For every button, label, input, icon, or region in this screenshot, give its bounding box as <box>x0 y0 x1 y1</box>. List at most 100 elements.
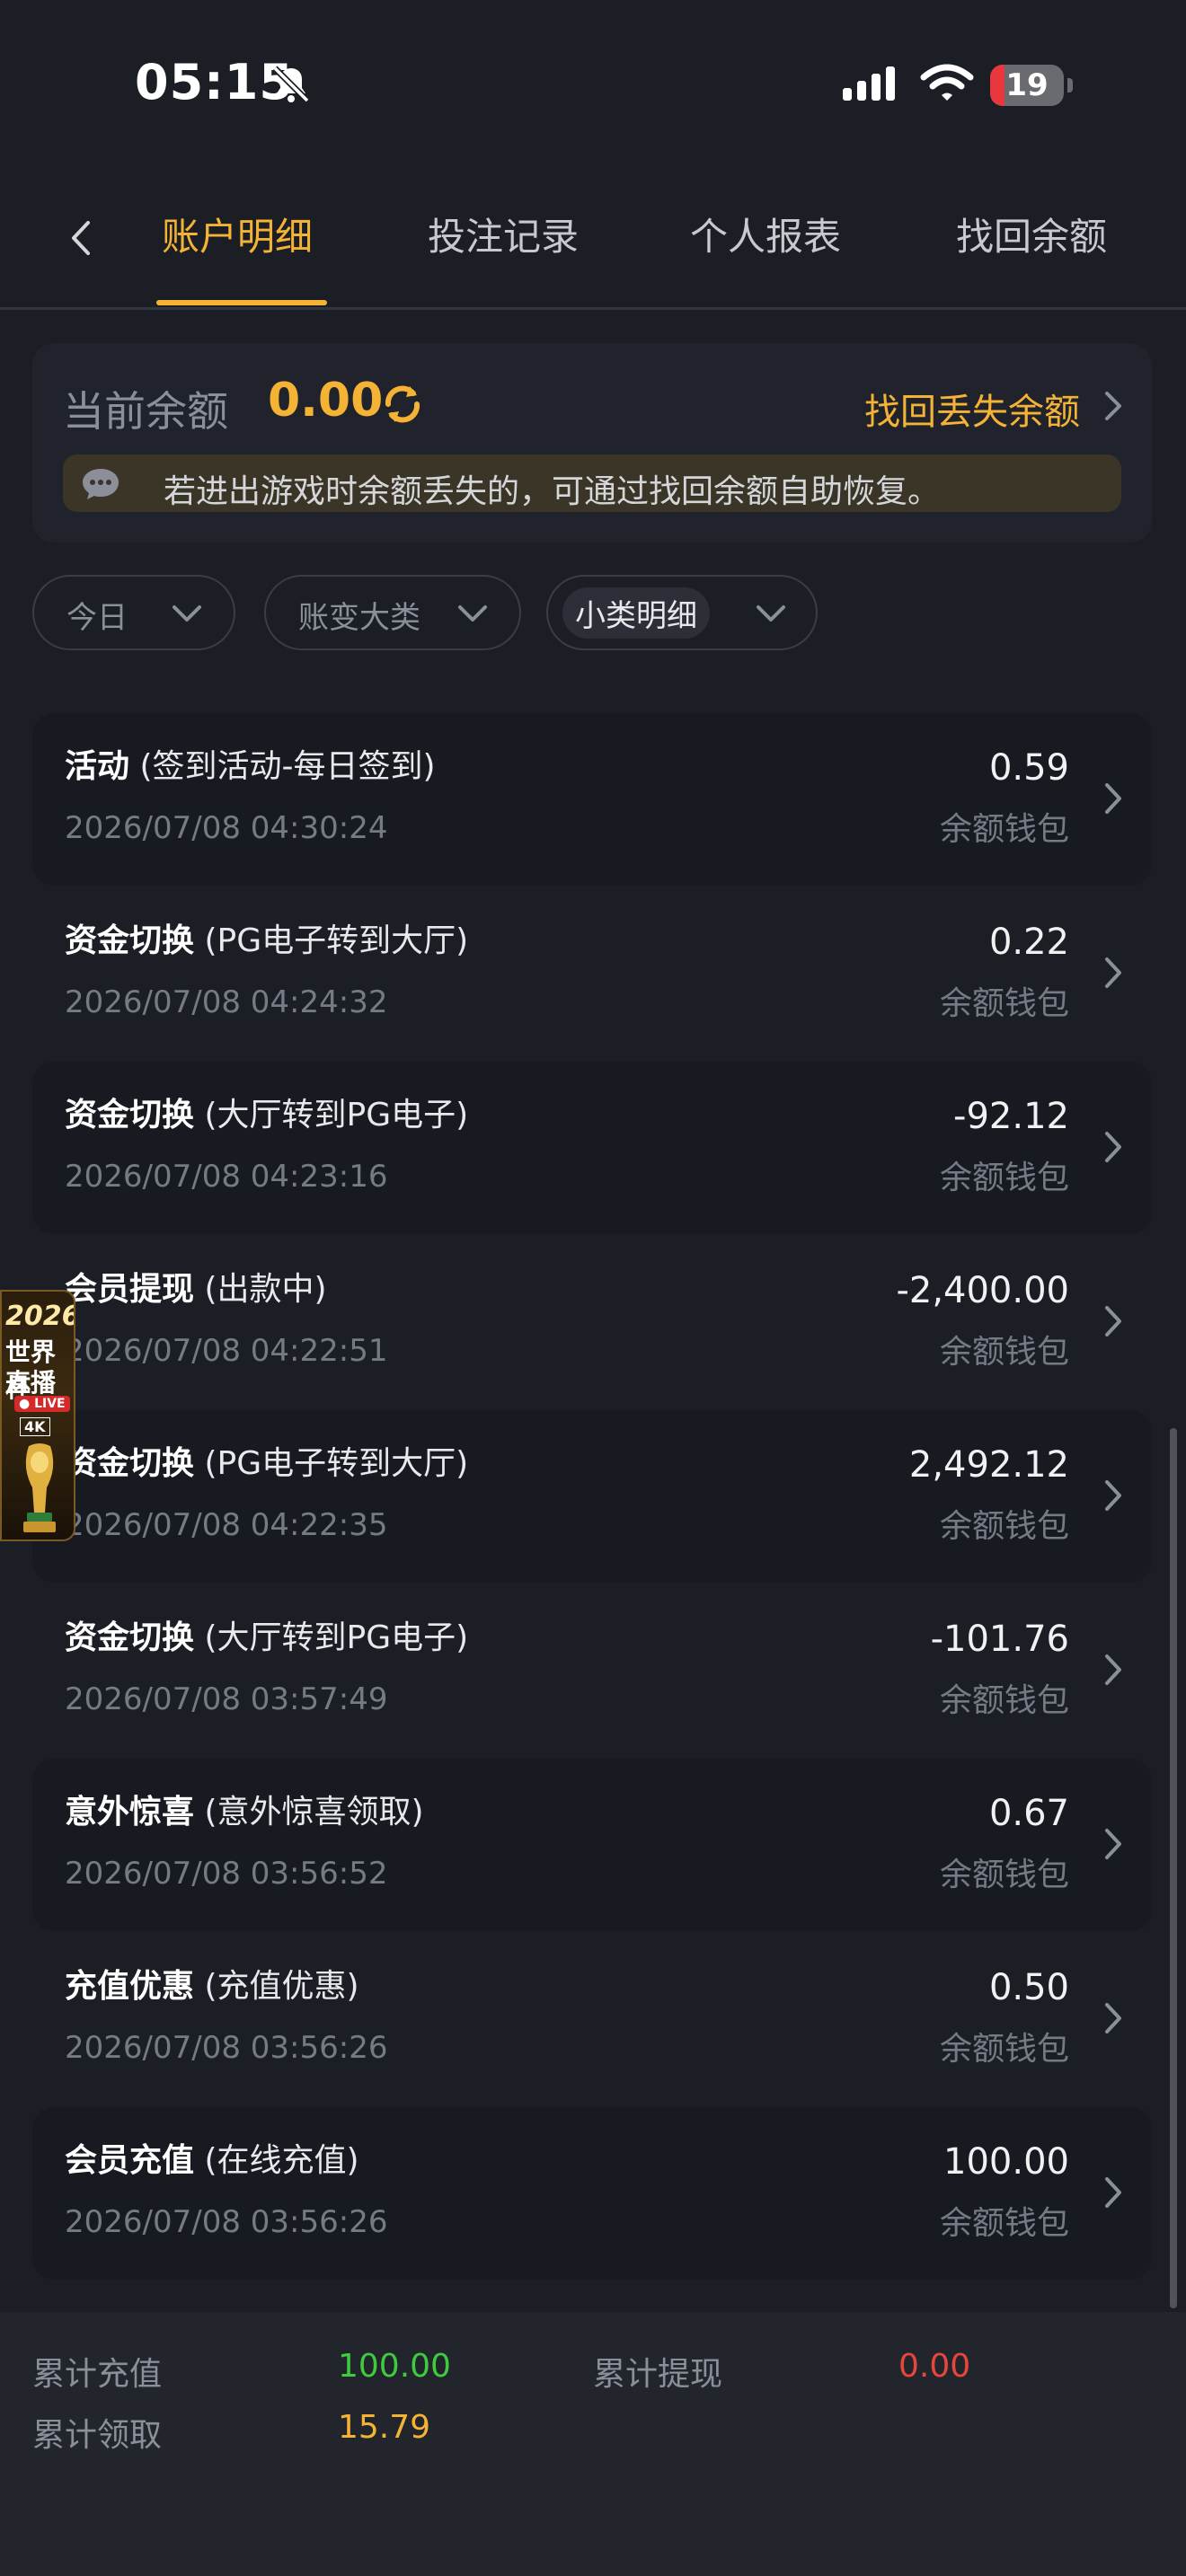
transaction-detail: (签到活动-每日签到) <box>129 748 436 785</box>
filter-major-category[interactable]: 账变大类 <box>264 575 521 650</box>
transaction-detail: (大厅转到PG电子) <box>194 1619 469 1656</box>
transaction-title: 资金切换 (大厅转到PG电子) <box>65 1611 468 1658</box>
tab-recover-balance[interactable]: 找回余额 <box>956 207 1107 261</box>
transaction-amount: -101.76 <box>930 1619 1069 1660</box>
recharge-total-label: 累计充值 <box>32 2356 163 2393</box>
transaction-wallet: 余额钱包 <box>939 1857 1069 1893</box>
active-tab-indicator <box>156 300 327 305</box>
transaction-row[interactable]: 活动 (签到活动-每日签到) 2026/07/08 04:30:24 0.59 … <box>32 713 1152 886</box>
trophy-icon <box>23 1443 56 1532</box>
refresh-icon[interactable] <box>379 381 426 428</box>
transaction-title: 活动 (签到活动-每日签到) <box>65 740 436 787</box>
transaction-title: 资金切换 (大厅转到PG电子) <box>65 1089 468 1135</box>
chevron-down-icon <box>173 605 201 622</box>
battery-icon: 19 <box>990 65 1073 108</box>
filter-date[interactable]: 今日 <box>32 575 235 650</box>
transaction-category: 会员提现 <box>65 1271 195 1308</box>
transaction-detail: (PG电子转到大厅) <box>194 1445 469 1482</box>
transaction-amount: 0.22 <box>988 922 1069 963</box>
transaction-row[interactable]: 资金切换 (大厅转到PG电子) 2026/07/08 04:23:16 -92.… <box>32 1062 1152 1234</box>
balance-notice: 若进出游戏时余额丢失的，可通过找回余额自助恢复。 <box>63 454 1121 512</box>
chevron-right-icon <box>1105 783 1121 814</box>
transaction-row[interactable]: 意外惊喜 (意外惊喜领取) 2026/07/08 03:56:52 0.67 余… <box>32 1759 1152 1931</box>
chevron-down-icon <box>757 605 785 622</box>
transaction-time: 2026/07/08 04:22:35 <box>65 1507 388 1543</box>
transaction-title: 充值优惠 (充值优惠) <box>65 1960 359 2007</box>
recharge-total-value: 100.00 <box>338 2348 451 2385</box>
transaction-category: 资金切换 <box>65 922 195 959</box>
withdraw-total-label: 累计提现 <box>593 2356 723 2393</box>
transaction-row[interactable]: 充值优惠 (充值优惠) 2026/07/08 03:56:26 0.50 余额钱… <box>32 1933 1152 2105</box>
transaction-amount: 100.00 <box>943 2141 1069 2183</box>
badge-title-line2: 直播 <box>5 1368 57 1398</box>
chevron-right-icon <box>1105 2177 1121 2208</box>
transaction-row[interactable]: 资金切换 (PG电子转到大厅) 2026/07/08 04:22:35 2,49… <box>32 1410 1152 1583</box>
transaction-amount: -92.12 <box>953 1096 1069 1137</box>
transaction-category: 意外惊喜 <box>65 1794 195 1831</box>
filter-subcategory[interactable]: 小类明细 <box>546 575 818 650</box>
tab-bet-records[interactable]: 投注记录 <box>428 207 579 261</box>
scrollbar[interactable] <box>1170 1428 1177 2308</box>
transaction-time: 2026/07/08 04:30:24 <box>65 810 388 846</box>
chevron-right-icon <box>1105 1654 1121 1685</box>
wifi-icon <box>920 64 974 101</box>
transaction-title: 资金切换 (PG电子转到大厅) <box>65 1437 468 1484</box>
back-chevron-icon[interactable] <box>63 216 99 260</box>
transaction-detail: (大厅转到PG电子) <box>194 1097 469 1134</box>
transaction-detail: (意外惊喜领取) <box>194 1794 424 1831</box>
tab-account-details[interactable]: 账户明细 <box>162 207 313 261</box>
chevron-right-icon <box>1105 1829 1121 1859</box>
transaction-amount: 0.59 <box>988 747 1069 789</box>
chevron-right-icon <box>1105 1480 1121 1511</box>
withdraw-total-value: 0.00 <box>898 2348 971 2385</box>
transaction-detail: (出款中) <box>194 1271 327 1308</box>
transaction-time: 2026/07/08 03:56:26 <box>65 2030 388 2066</box>
transaction-wallet: 余额钱包 <box>939 1508 1069 1545</box>
transaction-amount: 2,492.12 <box>908 1444 1069 1486</box>
transaction-category: 资金切换 <box>65 1097 195 1134</box>
chevron-right-icon <box>1105 1132 1121 1162</box>
transaction-time: 2026/07/08 03:57:49 <box>65 1681 388 1717</box>
transaction-title: 资金切换 (PG电子转到大厅) <box>65 914 468 961</box>
badge-year: 2026 <box>5 1301 75 1332</box>
balance-value: 0.00 <box>268 374 384 428</box>
filter-subcategory-label: 小类明细 <box>562 587 710 639</box>
transaction-wallet: 余额钱包 <box>939 811 1069 848</box>
balance-card: 当前余额 0.00 找回丢失余额 若进出游戏时余额丢失的，可通过找回余额自助恢复… <box>32 343 1152 543</box>
transaction-amount: 0.50 <box>988 1967 1069 2008</box>
claim-total-value: 15.79 <box>338 2409 431 2446</box>
summary-footer: 累计充值 100.00 累计提现 0.00 累计领取 15.79 <box>0 2312 1186 2576</box>
transaction-time: 2026/07/08 04:24:32 <box>65 984 388 1020</box>
filter-major-category-label: 账变大类 <box>298 600 420 636</box>
transaction-category: 资金切换 <box>65 1619 195 1656</box>
balance-label: 当前余额 <box>63 387 228 436</box>
transaction-time: 2026/07/08 03:56:26 <box>65 2204 388 2240</box>
signal-icon <box>843 66 895 101</box>
chevron-right-icon <box>1105 2003 1121 2033</box>
transaction-row[interactable]: 会员充值 (在线充值) 2026/07/08 03:56:26 100.00 余… <box>32 2107 1152 2280</box>
transaction-row[interactable]: 资金切换 (PG电子转到大厅) 2026/07/08 04:24:32 0.22… <box>32 887 1152 1060</box>
transaction-time: 2026/07/08 04:22:51 <box>65 1333 388 1369</box>
world-cup-live-badge[interactable]: 2026 世界杯 直播 ● LIVE 4K <box>0 1290 75 1541</box>
transaction-title: 会员充值 (在线充值) <box>65 2134 359 2181</box>
transaction-row[interactable]: 会员提现 (出款中) 2026/07/08 04:22:51 -2,400.00… <box>32 1236 1152 1408</box>
transaction-row[interactable]: 资金切换 (大厅转到PG电子) 2026/07/08 03:57:49 -101… <box>32 1584 1152 1757</box>
transaction-detail: (充值优惠) <box>194 1968 359 2005</box>
battery-percent: 19 <box>1005 67 1049 103</box>
top-tab-bar: 账户明细 投注记录 个人报表 找回余额 <box>0 171 1186 310</box>
transaction-title: 意外惊喜 (意外惊喜领取) <box>65 1786 424 1832</box>
transaction-category: 活动 <box>65 748 130 785</box>
tab-personal-report[interactable]: 个人报表 <box>690 207 841 261</box>
status-bar: 05:15 19 <box>0 0 1186 171</box>
chevron-right-icon[interactable] <box>1100 388 1125 424</box>
transaction-detail: (在线充值) <box>194 2142 359 2179</box>
transaction-wallet: 余额钱包 <box>939 2031 1069 2068</box>
badge-live-tag: ● LIVE <box>14 1396 70 1412</box>
transaction-wallet: 余额钱包 <box>939 2205 1069 2242</box>
transaction-wallet: 余额钱包 <box>939 1682 1069 1719</box>
transaction-amount: -2,400.00 <box>896 1270 1069 1311</box>
recover-lost-balance-link[interactable]: 找回丢失余额 <box>864 383 1080 435</box>
chevron-right-icon <box>1105 1306 1121 1337</box>
chat-bubble-icon <box>83 469 119 499</box>
transaction-title: 会员提现 (出款中) <box>65 1263 327 1310</box>
